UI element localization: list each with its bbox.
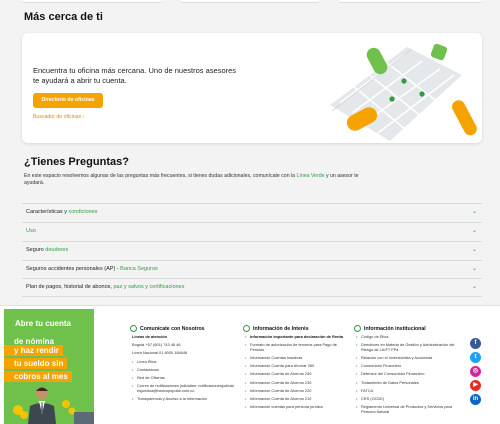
footer-link[interactable]: Relación con el Inversionista y Accionis…: [354, 355, 458, 361]
footer-link[interactable]: Información Cuenta de Ahorros 240: [243, 372, 347, 377]
top-cards-edge: [22, 0, 482, 4]
promo-band-1: y haz rendir: [4, 345, 63, 356]
chevron-down-icon: ⌄: [471, 284, 477, 290]
handshake-icon: [130, 325, 137, 332]
promo-line-1: Abre tu cuenta: [15, 319, 72, 328]
faq-label: Plan de pagos, historial de abonos,: [26, 284, 114, 290]
faq-item-uso[interactable]: Uso ⌄: [22, 222, 482, 239]
faq-label-highlight: deudores: [45, 247, 69, 253]
faq-label: Seguros accidentes personales (AP) -: [26, 266, 121, 272]
footer-link[interactable]: FATCA: [354, 388, 458, 394]
office-finder-text: Encuentra tu oficina más cercana. Uno de…: [33, 66, 237, 85]
footer-link[interactable]: Consumidor Financiero: [354, 364, 458, 369]
footer-col-title-text: Información institucional: [364, 326, 426, 332]
footer-col-interes: Información de Interés Información impor…: [243, 325, 347, 413]
youtube-icon[interactable]: ▶: [470, 380, 481, 391]
footer-col-contact: Comunícate con Nosotros Líneas de atenci…: [130, 325, 234, 405]
chevron-down-icon: ⌄: [471, 228, 477, 234]
footer-link[interactable]: Información Cuenta para Ahorrar 260: [243, 364, 347, 369]
page: Más cerca de ti Encuentra tu oficina más…: [0, 0, 500, 424]
office-directory-button[interactable]: Directorio de oficinas: [33, 93, 103, 108]
promo-person-illustration: [13, 387, 94, 424]
footer-col-title-text: Información de Interés: [253, 326, 309, 332]
footer-link[interactable]: Información Cuentas Inactivas: [243, 355, 347, 361]
faq-intro-text: En este espacio resolvemos algunas de la…: [24, 173, 379, 187]
footer-link[interactable]: Información Cuenta de Ahorros 230: [243, 380, 347, 386]
building-icon: [354, 325, 361, 332]
chevron-down-icon: ⌄: [471, 209, 477, 215]
footer-link[interactable]: CRS (OCDE): [354, 396, 458, 402]
footer-link[interactable]: Defensor del Consumidor Financiero: [354, 372, 458, 377]
faq-label: Seguro: [26, 247, 46, 253]
footer-link[interactable]: Información cuentas para persona jurídic…: [243, 404, 347, 410]
footer-link[interactable]: Tratamiento de Datos Personales: [354, 380, 458, 386]
section-title-preguntas: ¿Tienes Preguntas?: [24, 156, 129, 168]
section-title-cerca: Más cerca de ti: [24, 11, 103, 23]
faq-intro-before: En este espacio resolvemos algunas de la…: [24, 173, 297, 179]
footer-link[interactable]: Directrices en Materia de Gestión y Admi…: [354, 342, 458, 352]
twitter-icon[interactable]: t: [470, 352, 481, 363]
faq-item-seguro-deudores[interactable]: Seguro deudores ⌄: [22, 241, 482, 258]
footer-link[interactable]: Contáctanos: [130, 367, 234, 373]
linea-verde-link[interactable]: Línea Verde: [297, 173, 325, 179]
footer-link[interactable]: Reglamento Universal de Productos y Serv…: [354, 404, 458, 414]
faq-item-seguros-accidentes[interactable]: Seguros accidentes personales (AP) - Ban…: [22, 260, 482, 277]
footer-link[interactable]: Transparencia y Acceso a la Información: [130, 396, 234, 402]
lineas-atencion-label: Líneas de atención: [132, 334, 168, 339]
faq-label-highlight: Uso: [26, 228, 36, 234]
faq-divider: [22, 296, 482, 297]
linkedin-icon[interactable]: in: [470, 394, 481, 405]
footer-col-title-text: Comunícate con Nosotros: [140, 326, 205, 332]
footer-link[interactable]: Información Cuenta de Ahorros 220: [243, 388, 347, 394]
office-search-link[interactable]: Buscador de oficinas ›: [33, 114, 84, 120]
phone-bogota[interactable]: Bogotá +57 (601) 743 46 46: [130, 343, 234, 348]
footer-link[interactable]: Correo de notificaciones judiciales: not…: [130, 383, 234, 393]
footer-link[interactable]: Código de Ética: [354, 334, 458, 340]
faq-item-caracteristicas[interactable]: Características y condiciones ⌄: [22, 203, 482, 220]
phone-nacional[interactable]: Línea Nacional 01 8000 184646: [130, 351, 234, 356]
footer-link[interactable]: Formato de autorización de terceros para…: [243, 342, 347, 352]
instagram-icon[interactable]: ◎: [470, 366, 481, 377]
footer-link[interactable]: Red de Oficinas: [130, 375, 234, 381]
faq-item-plan-pagos[interactable]: Plan de pagos, historial de abonos, paz …: [22, 278, 482, 295]
promo-banner-nomina[interactable]: Abre tu cuenta de nómina y haz rendir tu…: [4, 309, 94, 424]
promo-band-2: tu sueldo sin: [4, 358, 68, 369]
faq-label-highlight: paz y salvos y certificaciones: [113, 284, 185, 290]
office-finder-card: Encuentra tu oficina más cercana. Uno de…: [22, 33, 482, 143]
footer-link[interactable]: Línea Ética: [130, 359, 234, 365]
footer-col-institucional: Información institucional Código de Étic…: [354, 325, 458, 418]
chevron-down-icon: ⌄: [471, 266, 477, 272]
faq-label-highlight: condiciones: [68, 209, 98, 215]
faq-label: Características y: [26, 209, 69, 215]
faq-label-highlight: Banca Seguros: [120, 266, 158, 272]
chevron-down-icon: ⌄: [471, 247, 477, 253]
footer-link[interactable]: Información Cuenta de Ahorros 210: [243, 396, 347, 402]
lightbulb-icon: [243, 325, 250, 332]
facebook-icon[interactable]: f: [470, 338, 481, 349]
promo-band-3: cobros al mes: [4, 371, 72, 382]
office-map-illustration: [312, 33, 482, 143]
footer-link[interactable]: Información importante para declaración …: [243, 334, 347, 340]
